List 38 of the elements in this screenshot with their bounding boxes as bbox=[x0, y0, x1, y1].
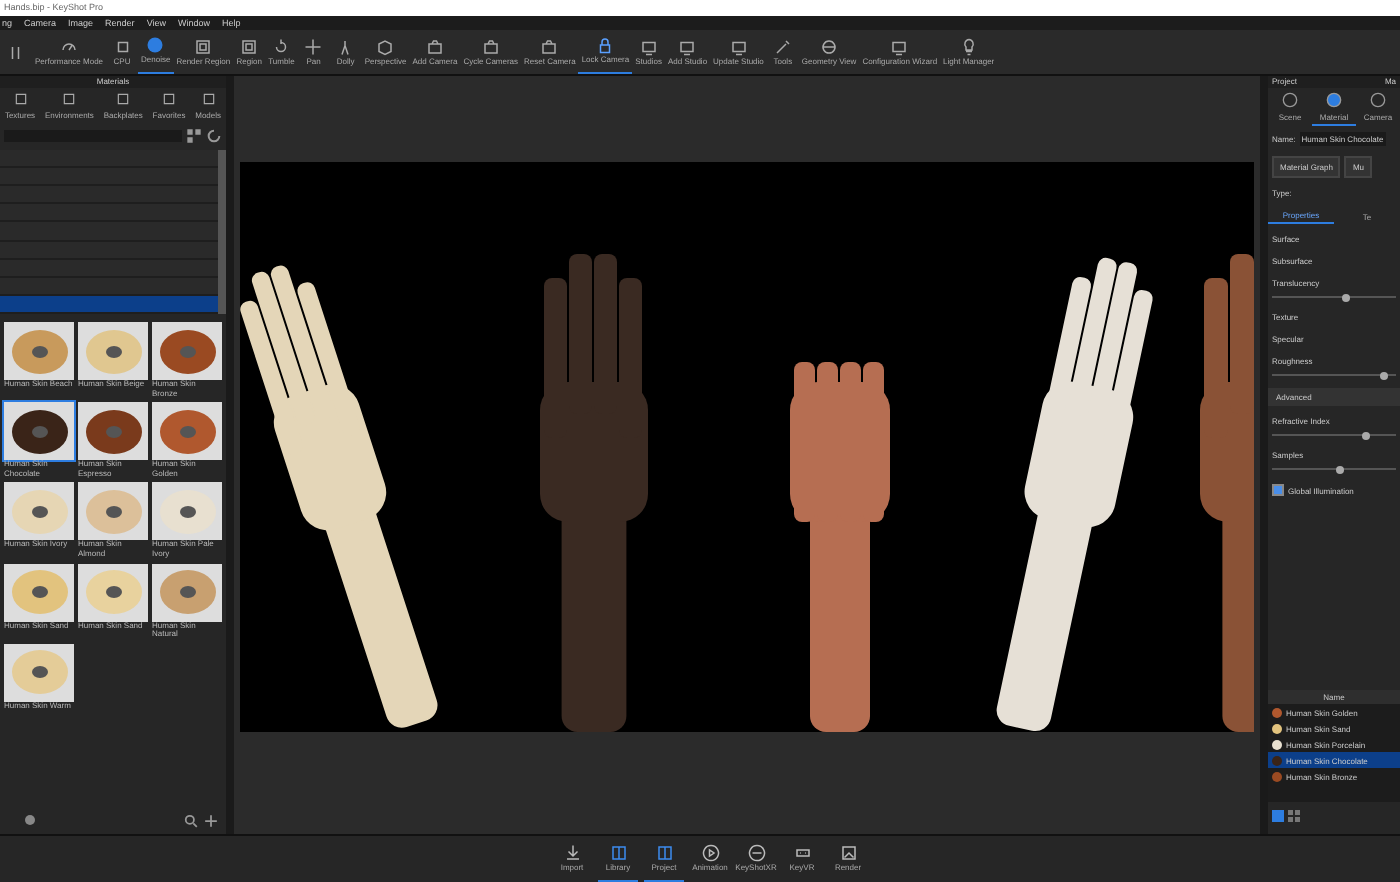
book-icon bbox=[655, 843, 673, 862]
region-icon bbox=[240, 37, 259, 56]
refresh-icon[interactable] bbox=[206, 128, 222, 144]
folder-row[interactable] bbox=[0, 186, 218, 205]
tools-icon bbox=[773, 37, 792, 56]
search-icon[interactable] bbox=[184, 813, 198, 827]
grid-view-icon[interactable] bbox=[1288, 810, 1300, 822]
tab-icon bbox=[116, 91, 131, 105]
import-icon bbox=[563, 844, 581, 863]
tab-icon bbox=[1282, 92, 1298, 108]
rotate-icon bbox=[272, 37, 291, 56]
render-icon bbox=[839, 844, 857, 863]
folder-row[interactable] bbox=[0, 222, 218, 242]
list-view-icon[interactable] bbox=[1272, 810, 1284, 822]
tab-icon bbox=[62, 91, 77, 105]
folder-row[interactable] bbox=[0, 168, 218, 187]
play-icon bbox=[701, 844, 719, 863]
book-icon bbox=[609, 843, 627, 862]
gauge-icon bbox=[60, 37, 78, 56]
tab-icon bbox=[13, 91, 27, 105]
slider-thumb[interactable] bbox=[1336, 465, 1345, 473]
tab-icon bbox=[1326, 91, 1342, 107]
slider-thumb[interactable] bbox=[1379, 371, 1388, 379]
tab-icon bbox=[1370, 92, 1386, 108]
pause-icon bbox=[7, 43, 25, 61]
slider-thumb[interactable] bbox=[1361, 431, 1369, 439]
view-icon[interactable] bbox=[186, 128, 202, 144]
bulb-icon bbox=[959, 37, 978, 56]
tab-icon bbox=[162, 91, 177, 105]
lock-icon bbox=[596, 36, 615, 55]
circle-icon bbox=[146, 36, 165, 55]
add-icon[interactable] bbox=[204, 813, 218, 827]
tab-icon bbox=[201, 91, 216, 105]
region-icon bbox=[194, 37, 213, 56]
folder-row[interactable] bbox=[0, 204, 218, 223]
checkbox[interactable] bbox=[1272, 484, 1284, 496]
move-icon bbox=[304, 37, 323, 56]
slider-thumb[interactable] bbox=[1342, 293, 1351, 301]
